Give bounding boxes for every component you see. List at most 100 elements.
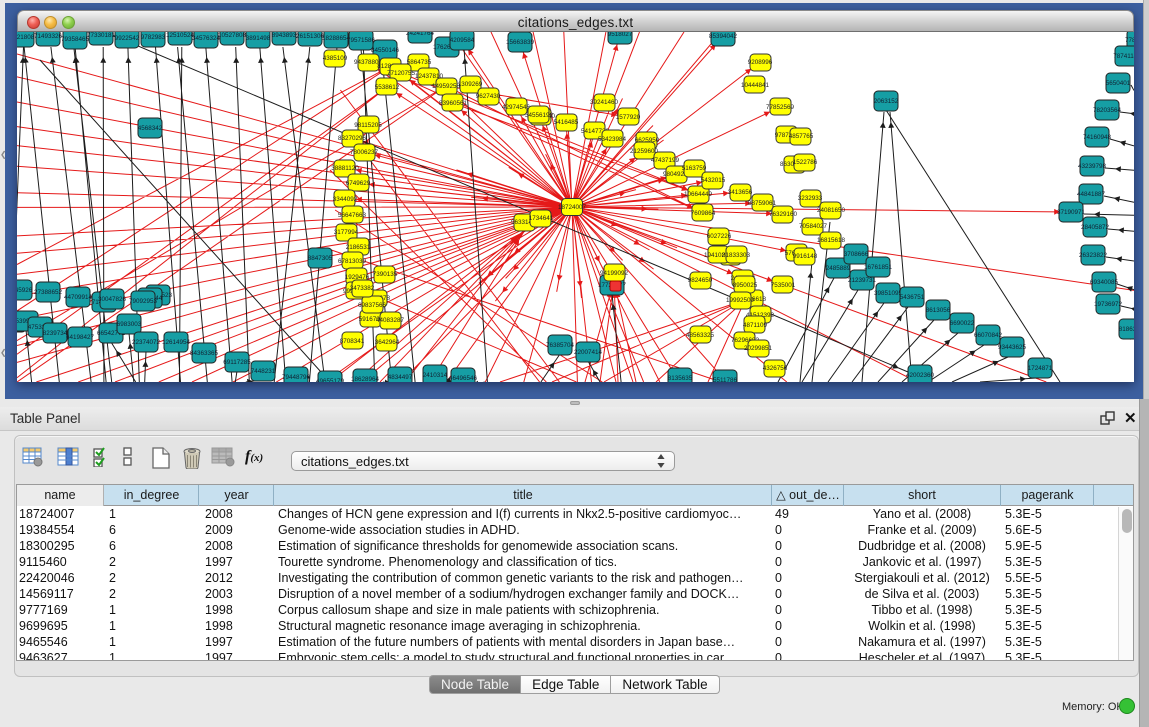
svg-text:6690022: 6690022 <box>950 320 975 327</box>
svg-text:2186531: 2186531 <box>346 244 371 251</box>
svg-text:66070842: 66070842 <box>974 332 1003 339</box>
svg-text:7609864: 7609864 <box>691 210 716 217</box>
svg-text:4568342: 4568342 <box>138 125 163 132</box>
svg-text:4385109: 4385109 <box>323 55 348 62</box>
svg-text:43239798: 43239798 <box>1078 163 1107 170</box>
svg-text:10527808: 10527808 <box>218 32 247 39</box>
svg-text:39851095: 39851095 <box>874 290 903 297</box>
svg-text:8613056: 8613056 <box>926 307 951 314</box>
svg-text:24241764: 24241764 <box>406 32 435 37</box>
svg-text:78006237: 78006237 <box>350 149 379 156</box>
svg-text:79448796: 79448796 <box>282 374 311 381</box>
svg-text:30047826: 30047826 <box>98 296 127 303</box>
svg-text:19992509: 19992509 <box>726 297 755 304</box>
svg-text:3344092: 3344092 <box>333 196 358 203</box>
svg-text:74160948: 74160948 <box>1083 134 1112 141</box>
svg-text:83270296: 83270296 <box>338 135 367 142</box>
svg-text:42002360: 42002360 <box>906 372 935 379</box>
svg-text:44083287: 44083287 <box>376 317 405 324</box>
svg-text:4871109: 4871109 <box>743 322 768 329</box>
svg-text:5416485: 5416485 <box>554 119 579 126</box>
svg-text:22007414: 22007414 <box>574 349 603 356</box>
svg-text:81833303: 81833303 <box>722 252 751 259</box>
svg-text:77852569: 77852569 <box>766 104 795 111</box>
svg-text:2485889: 2485889 <box>826 265 851 272</box>
svg-text:85394042: 85394042 <box>709 33 738 40</box>
svg-text:47437199: 47437199 <box>651 157 680 164</box>
svg-text:9916148: 9916148 <box>793 253 818 260</box>
svg-text:69837566: 69837566 <box>358 302 387 309</box>
svg-text:79358465: 79358465 <box>61 36 90 43</box>
svg-text:9627430: 9627430 <box>476 93 501 100</box>
svg-text:38881120: 38881120 <box>331 165 359 172</box>
svg-text:6749629: 6749629 <box>346 180 371 187</box>
svg-text:2021808: 2021808 <box>17 34 35 41</box>
svg-text:94199092: 94199092 <box>600 270 629 277</box>
svg-text:88759061: 88759061 <box>748 200 777 207</box>
svg-text:16761851: 16761851 <box>864 264 893 271</box>
svg-text:26323822: 26323822 <box>1079 252 1108 259</box>
svg-text:7448231: 7448231 <box>251 368 276 375</box>
svg-text:18724007: 18724007 <box>558 204 587 211</box>
svg-text:28405872: 28405872 <box>1081 224 1110 231</box>
svg-text:8708341: 8708341 <box>340 338 365 345</box>
svg-text:5511786: 5511786 <box>713 377 738 382</box>
svg-text:64198427: 64198427 <box>66 334 95 341</box>
svg-text:93443625: 93443625 <box>998 344 1027 351</box>
svg-text:8135635: 8135635 <box>668 375 693 382</box>
svg-text:53423984: 53423984 <box>598 136 627 143</box>
svg-text:16815618: 16815618 <box>817 237 846 244</box>
svg-text:2063152: 2063152 <box>874 98 899 105</box>
svg-text:34556192: 34556192 <box>525 112 554 119</box>
svg-text:1577920: 1577920 <box>616 114 641 121</box>
svg-text:24081650: 24081650 <box>817 207 846 214</box>
svg-text:12614954: 12614954 <box>162 339 191 346</box>
svg-text:9208996: 9208996 <box>748 59 773 66</box>
svg-text:79092953: 79092953 <box>129 298 158 305</box>
svg-text:7535001: 7535001 <box>771 282 796 289</box>
svg-text:98115205: 98115205 <box>354 122 382 129</box>
svg-text:1734641: 1734641 <box>529 215 554 222</box>
svg-text:10664449: 10664449 <box>684 191 713 198</box>
svg-text:3232933: 3232933 <box>798 195 823 202</box>
svg-text:3891498: 3891498 <box>246 35 271 42</box>
svg-text:4209584: 4209584 <box>450 37 475 44</box>
svg-text:20299851: 20299851 <box>744 345 773 352</box>
svg-text:77854192: 77854192 <box>1125 37 1134 44</box>
svg-text:76385704: 76385704 <box>546 342 575 349</box>
svg-text:1522786: 1522786 <box>793 159 818 166</box>
svg-text:70584027: 70584027 <box>799 223 828 230</box>
svg-text:18628964: 18628964 <box>351 376 380 382</box>
svg-text:46496546: 46496546 <box>449 375 478 382</box>
svg-text:5163759: 5163759 <box>682 165 707 172</box>
svg-text:8847305: 8847305 <box>308 255 333 262</box>
svg-text:56647663: 56647663 <box>338 212 367 219</box>
svg-text:84363365: 84363365 <box>190 350 219 357</box>
svg-text:8186330: 8186330 <box>1119 326 1134 333</box>
svg-text:3642964: 3642964 <box>375 339 400 346</box>
svg-text:6983003: 6983003 <box>117 321 142 328</box>
svg-text:67813039: 67813039 <box>338 258 367 265</box>
svg-text:83960561: 83960561 <box>439 100 468 107</box>
svg-text:5436751: 5436751 <box>900 294 925 301</box>
svg-text:26151306: 26151306 <box>296 33 325 40</box>
svg-text:9782983: 9782983 <box>141 34 166 41</box>
svg-text:4045926: 4045926 <box>17 287 33 294</box>
svg-text:21239731: 21239731 <box>848 277 877 284</box>
svg-text:77120755: 77120755 <box>387 70 416 77</box>
svg-text:5864735: 5864735 <box>407 59 432 66</box>
svg-text:4857765: 4857765 <box>789 133 814 140</box>
svg-text:39241460: 39241460 <box>590 99 619 106</box>
svg-text:7390135: 7390135 <box>373 271 398 278</box>
svg-text:44841887: 44841887 <box>1077 191 1106 198</box>
svg-text:19736972: 19736972 <box>1094 301 1123 308</box>
svg-text:22374072: 22374072 <box>132 339 161 346</box>
svg-text:34576324: 34576324 <box>192 35 221 42</box>
svg-text:3473382: 3473382 <box>350 285 375 292</box>
svg-text:9518027: 9518027 <box>608 32 633 38</box>
svg-text:8239734: 8239734 <box>43 330 68 337</box>
svg-text:12510524: 12510524 <box>166 32 195 39</box>
svg-text:71493326: 71493326 <box>34 33 63 40</box>
svg-text:1724871: 1724871 <box>1028 365 1053 372</box>
svg-text:78741149: 78741149 <box>1113 53 1134 60</box>
